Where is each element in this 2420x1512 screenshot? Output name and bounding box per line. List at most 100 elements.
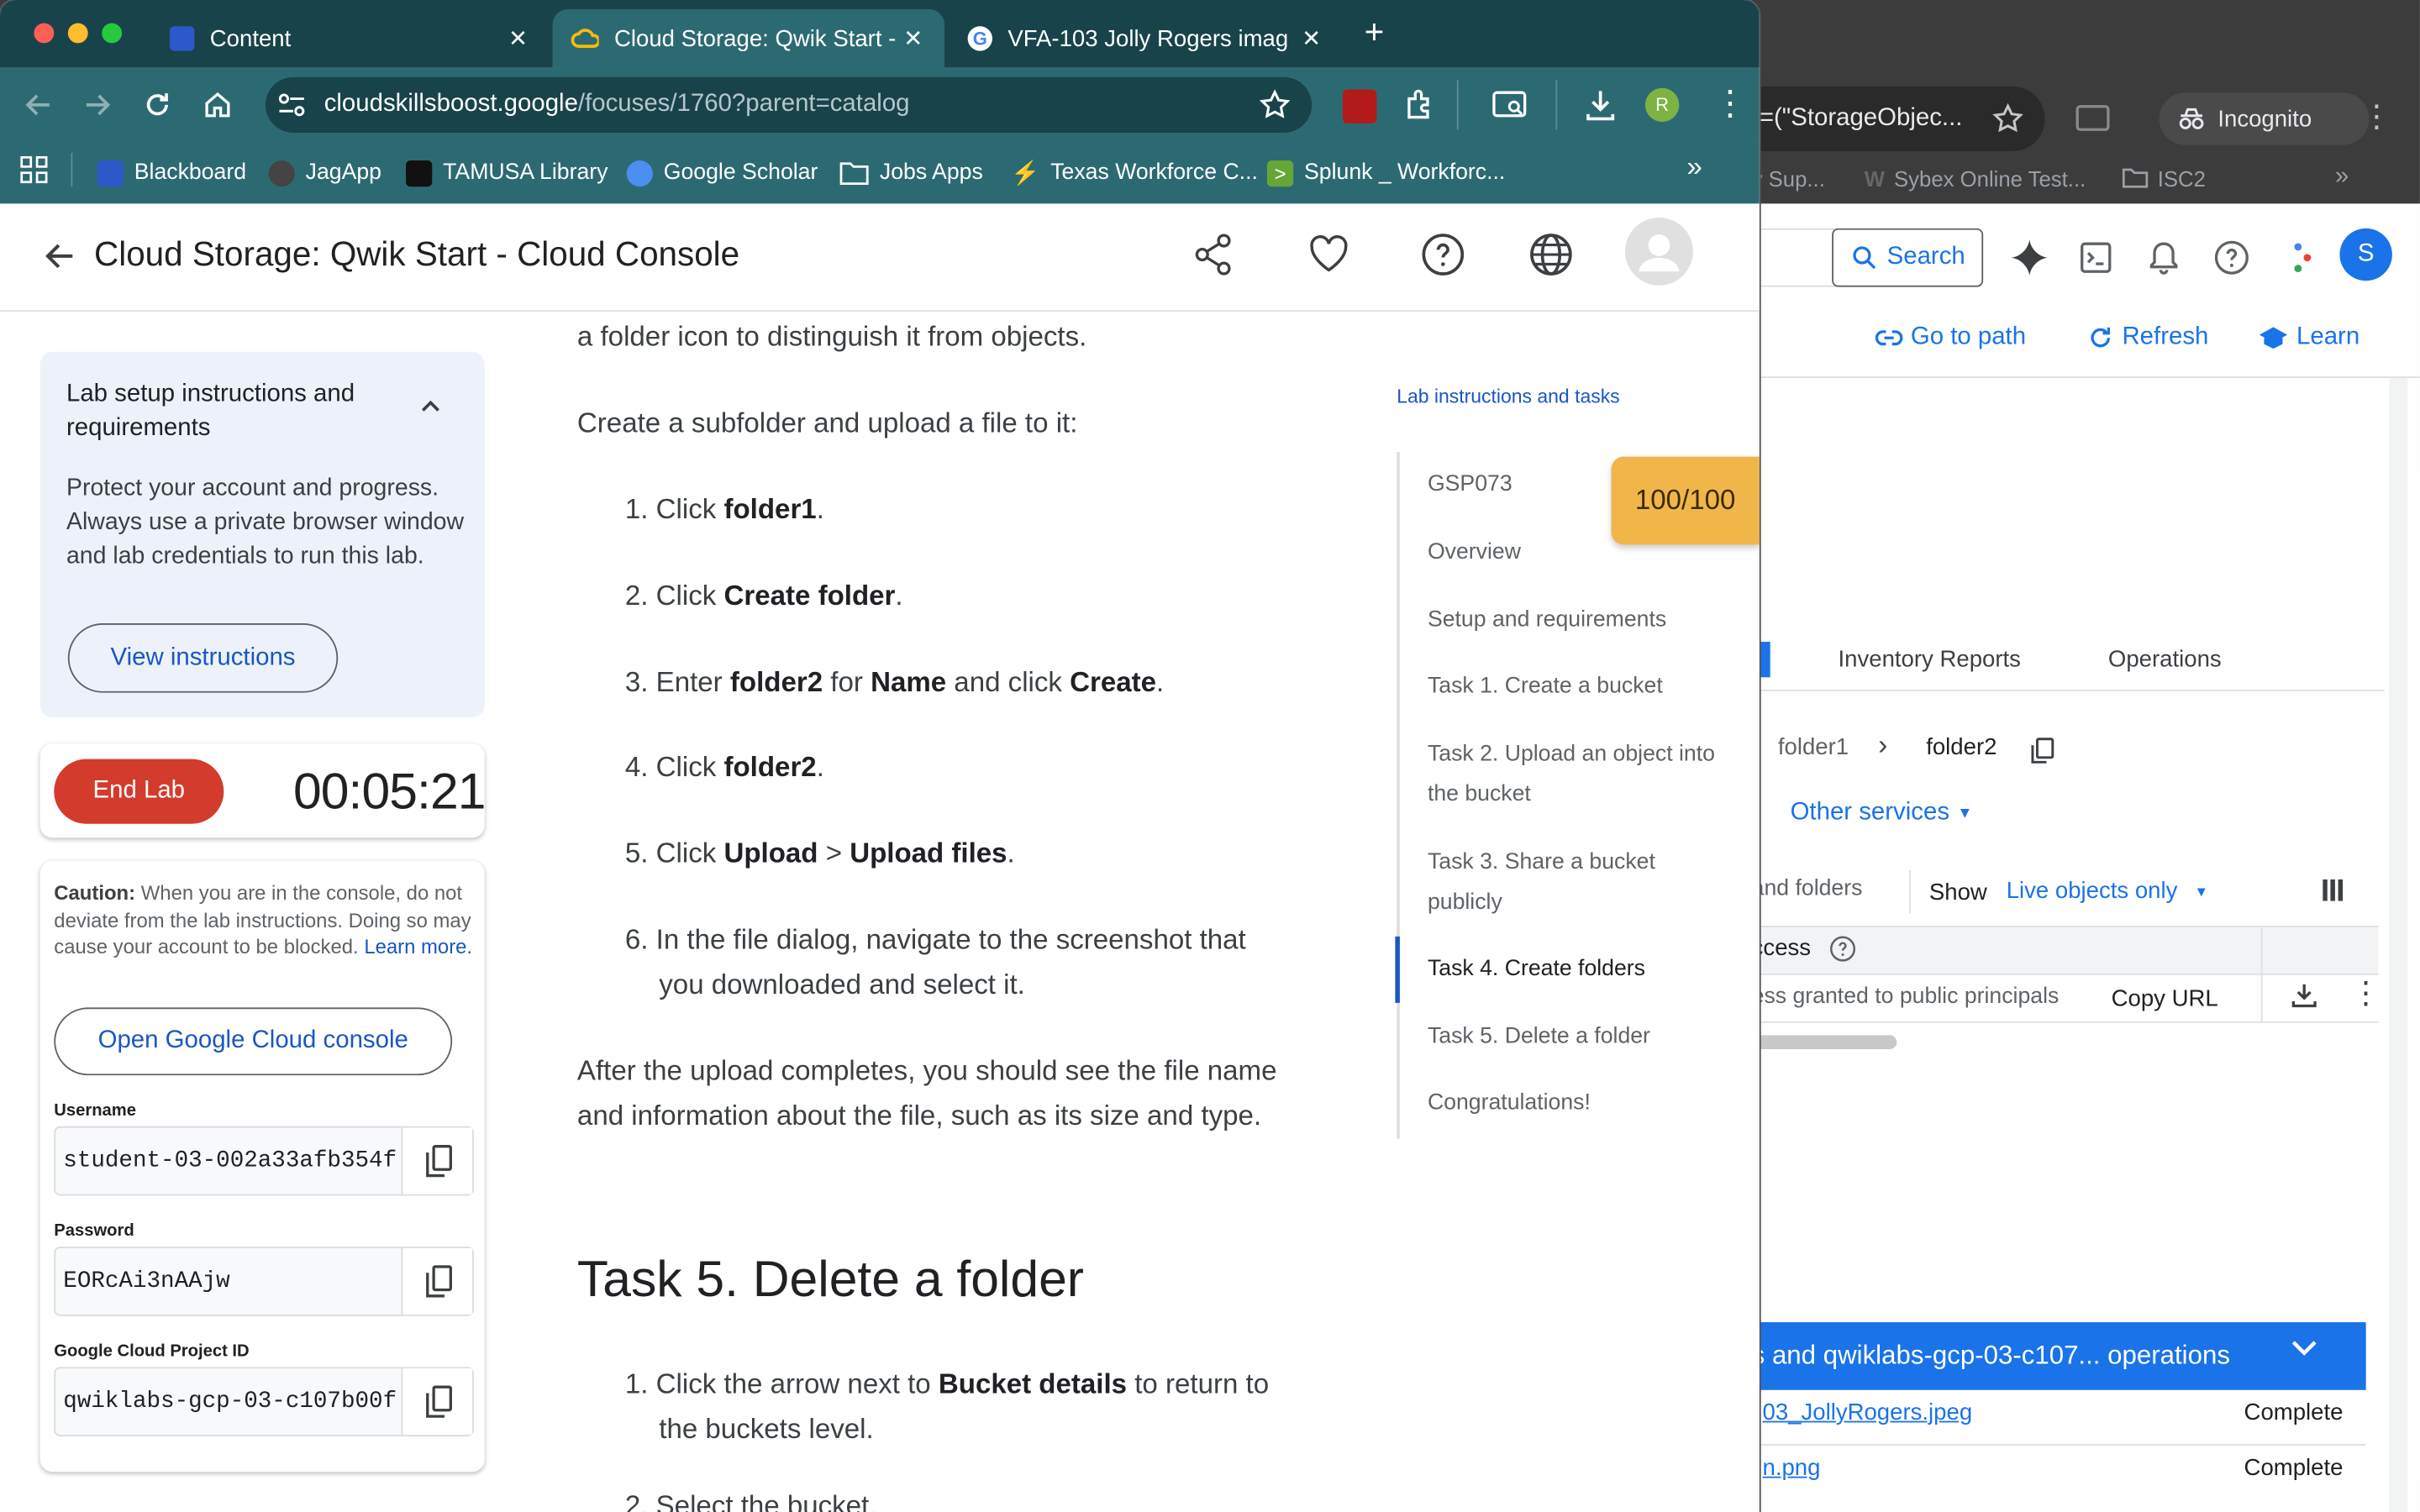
- toc-active-indicator: [1395, 936, 1400, 1003]
- toc-item-active[interactable]: Task 4. Create folders: [1428, 949, 1728, 990]
- bookmark-jagapp[interactable]: JagApp: [268, 155, 381, 192]
- more-options-icon[interactable]: [2291, 241, 2313, 275]
- tab-cloud-storage[interactable]: Cloud Storage: Qwik Start - C ✕: [552, 9, 945, 68]
- bookmark-item[interactable]: ISC2: [2122, 166, 2206, 192]
- live-objects-dropdown[interactable]: Live objects only ▼: [2007, 878, 2208, 904]
- gemini-icon[interactable]: [2009, 238, 2049, 278]
- tab-content[interactable]: Content ✕: [151, 9, 550, 68]
- share-icon[interactable]: [1193, 232, 1239, 281]
- more-vert-icon[interactable]: ⋮: [2350, 978, 2381, 1009]
- bookmark-item[interactable]: y Sup...: [1752, 166, 1825, 191]
- toc-item[interactable]: Task 5. Delete a folder: [1428, 1016, 1728, 1057]
- chevron-down-icon[interactable]: [2291, 1337, 2318, 1359]
- extensions-icon[interactable]: [1404, 88, 1438, 122]
- bookmark-item[interactable]: W Sybex Online Test...: [1865, 166, 2086, 191]
- toc-item[interactable]: Setup and requirements: [1428, 600, 1728, 640]
- help-icon[interactable]: [2213, 239, 2250, 276]
- help-icon[interactable]: [1828, 935, 1856, 963]
- learn-more-link[interactable]: Learn more.: [364, 935, 472, 958]
- reload-icon[interactable]: [142, 90, 173, 121]
- close-window-button[interactable]: [34, 23, 55, 44]
- account-avatar[interactable]: S: [2339, 228, 2392, 281]
- cloud-favicon-icon: [571, 28, 599, 50]
- chevron-up-icon[interactable]: [420, 398, 442, 413]
- search-box[interactable]: [1751, 228, 1844, 287]
- profile-avatar[interactable]: R: [1644, 87, 1680, 123]
- learn-button[interactable]: Learn: [2258, 324, 2360, 352]
- step-bold: folder2: [723, 751, 817, 783]
- more-vert-icon[interactable]: ⋮: [2361, 102, 2392, 133]
- browser-menu-icon[interactable]: ⋮: [1713, 86, 1747, 120]
- toc-item[interactable]: Task 1. Create a bucket: [1428, 666, 1728, 706]
- view-instructions-button[interactable]: View instructions: [67, 623, 339, 693]
- tab-inventory-reports[interactable]: Inventory Reports: [1839, 647, 2021, 673]
- address-bar[interactable]: cloudskillsboost.google/focuses/1760?par…: [265, 76, 1313, 133]
- bookmarks-overflow-icon[interactable]: »: [2335, 164, 2349, 192]
- toc-item[interactable]: Task 3. Share a bucket publicly: [1428, 843, 1728, 923]
- end-lab-button[interactable]: End Lab: [54, 759, 224, 824]
- bookmark-star-icon[interactable]: [1258, 88, 1292, 122]
- download-icon[interactable]: [2291, 981, 2318, 1009]
- notifications-icon[interactable]: [2147, 239, 2181, 276]
- close-tab-icon[interactable]: ✕: [1302, 24, 1321, 52]
- toc-item[interactable]: Congratulations!: [1428, 1083, 1728, 1123]
- download-icon[interactable]: [1585, 88, 1616, 122]
- minimize-window-button[interactable]: [67, 23, 88, 44]
- tab-search-icon[interactable]: [2075, 103, 2110, 134]
- search-button[interactable]: Search: [1832, 228, 1984, 287]
- back-icon[interactable]: [24, 90, 55, 121]
- column-display-icon[interactable]: [2323, 879, 2344, 901]
- bookmark-blackboard[interactable]: Blackboard: [97, 155, 246, 192]
- password-label: Password: [54, 1221, 134, 1241]
- tamusa-icon: [406, 160, 433, 186]
- bookmark-splunk[interactable]: > Splunk _ Workforc...: [1266, 155, 1505, 192]
- step-text: .: [1007, 837, 1015, 869]
- copy-url-button[interactable]: Copy URL: [2112, 986, 2218, 1012]
- bookmark-texas-workforce[interactable]: ⚡ Texas Workforce C...: [1011, 155, 1258, 192]
- maximize-window-button[interactable]: [102, 23, 123, 44]
- breadcrumb-folder1[interactable]: folder1: [1778, 734, 1849, 760]
- show-label: Show: [1928, 879, 1987, 906]
- refresh-button[interactable]: Refresh: [2086, 324, 2208, 352]
- copy-icon[interactable]: [401, 1368, 473, 1436]
- tab-jolly-rogers[interactable]: G VFA-103 Jolly Rogers image - ✕: [950, 9, 1343, 68]
- forward-icon[interactable]: [82, 90, 113, 121]
- username-field[interactable]: student-03-002a33afb354f: [54, 1126, 474, 1196]
- operation-file-link[interactable]: 03_JollyRogers.jpeg: [1763, 1399, 1973, 1425]
- caution-label: Caution:: [54, 880, 136, 905]
- close-tab-icon[interactable]: ✕: [903, 24, 923, 52]
- copy-path-icon[interactable]: [2029, 738, 2054, 765]
- project-id-field[interactable]: qwiklabs-gcp-03-c107b00f: [54, 1367, 474, 1436]
- go-to-path-link[interactable]: Go to path: [1875, 324, 2026, 352]
- close-tab-icon[interactable]: ✕: [508, 24, 528, 52]
- bookmark-google-scholar[interactable]: Google Scholar: [626, 155, 818, 192]
- user-avatar[interactable]: [1625, 217, 1693, 286]
- favorite-icon[interactable]: [1307, 232, 1354, 281]
- scrollbar-track[interactable]: [2389, 377, 2408, 1512]
- password-field[interactable]: EORcAi3nAAjw: [54, 1247, 474, 1316]
- acrobat-extension-icon[interactable]: [1342, 89, 1377, 123]
- bookmark-jobs-apps[interactable]: Jobs Apps: [839, 155, 983, 192]
- horizontal-scrollbar[interactable]: [1751, 1035, 1897, 1049]
- new-tab-icon[interactable]: +: [1365, 13, 1385, 53]
- other-services-dropdown[interactable]: Other services ▼: [1791, 799, 1973, 827]
- home-icon[interactable]: [203, 90, 234, 121]
- star-icon[interactable]: [1991, 102, 2024, 135]
- incognito-badge[interactable]: Incognito: [2159, 92, 2370, 145]
- operations-panel-header[interactable]: s and qwiklabs-gcp-03-c107... operations: [1751, 1322, 2366, 1390]
- tab-operations[interactable]: Operations: [2108, 647, 2222, 673]
- back-arrow-icon[interactable]: [43, 239, 76, 273]
- copy-icon[interactable]: [401, 1127, 473, 1194]
- cloud-shell-icon[interactable]: [2079, 241, 2112, 275]
- tab-search-icon[interactable]: [1492, 90, 1529, 121]
- site-settings-icon[interactable]: [278, 92, 306, 117]
- open-console-button[interactable]: Open Google Cloud console: [54, 1007, 453, 1076]
- bookmark-tamusa-library[interactable]: TAMUSA Library: [406, 155, 608, 192]
- copy-icon[interactable]: [401, 1247, 473, 1315]
- bookmarks-overflow-icon[interactable]: »: [1687, 151, 1702, 184]
- apps-grid-icon[interactable]: [20, 155, 48, 184]
- language-globe-icon[interactable]: [1528, 232, 1574, 281]
- toc-item[interactable]: Task 2. Upload an object into the bucket: [1428, 734, 1728, 815]
- operation-file-link[interactable]: n.png: [1763, 1455, 1821, 1481]
- help-icon[interactable]: [1420, 232, 1466, 281]
